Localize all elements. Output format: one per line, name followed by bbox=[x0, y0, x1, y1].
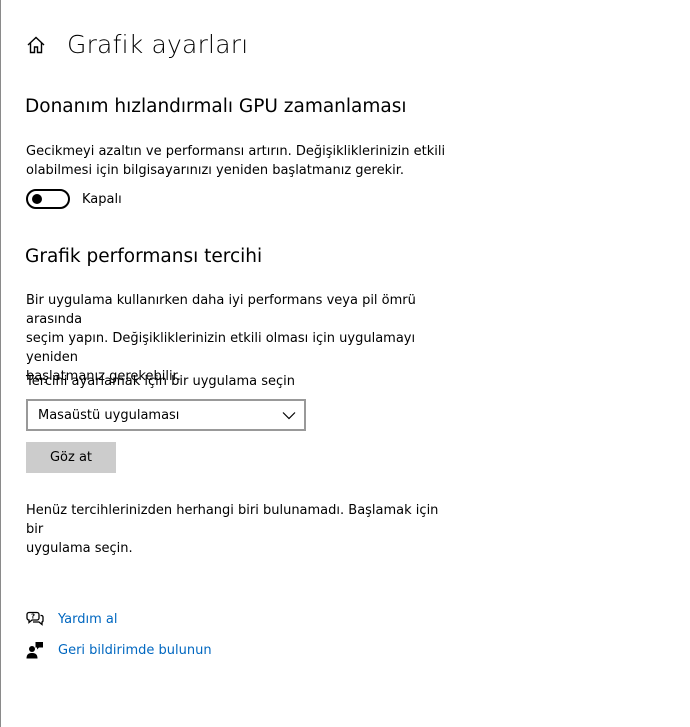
browse-button[interactable]: Göz at bbox=[26, 442, 116, 473]
svg-text:?: ? bbox=[31, 613, 35, 621]
page-header: Grafik ayarları bbox=[25, 30, 248, 59]
home-icon[interactable] bbox=[25, 34, 47, 56]
app-type-dropdown[interactable]: Masaüstü uygulaması bbox=[26, 399, 306, 431]
feedback-link-label: Geri bildirimde bulunun bbox=[58, 642, 212, 658]
chevron-down-icon bbox=[282, 408, 296, 422]
feedback-link[interactable]: Geri bildirimde bulunun bbox=[26, 641, 212, 659]
gpu-scheduling-description-line: Gecikmeyi azaltın ve performansı artırın… bbox=[26, 144, 446, 159]
app-select-label: Tercihi ayarlamak için bir uygulama seçi… bbox=[26, 374, 295, 389]
toggle-knob bbox=[32, 194, 42, 204]
empty-state-line: Henüz tercihlerinizden herhangi biri bul… bbox=[26, 503, 439, 537]
empty-state-message: Henüz tercihlerinizden herhangi biri bul… bbox=[26, 501, 456, 558]
gpu-scheduling-toggle-row: Kapalı bbox=[26, 189, 122, 209]
graphics-preference-description-line: seçim yapın. Değişikliklerinizin etkili … bbox=[26, 331, 416, 365]
graphics-preference-title: Grafik performansı tercihi bbox=[25, 246, 263, 267]
dropdown-value: Masaüstü uygulaması bbox=[38, 407, 180, 423]
feedback-person-icon bbox=[26, 641, 44, 659]
help-chat-icon: ? bbox=[26, 610, 44, 628]
page-title: Grafik ayarları bbox=[67, 30, 249, 59]
gpu-scheduling-description: Gecikmeyi azaltın ve performansı artırın… bbox=[26, 142, 456, 180]
help-link[interactable]: ? Yardım al bbox=[26, 610, 117, 628]
gpu-scheduling-description-line: olabilmesi için bilgisayarınızı yeniden … bbox=[26, 163, 405, 178]
gpu-scheduling-title: Donanım hızlandırmalı GPU zamanlaması bbox=[25, 96, 407, 117]
settings-window: Grafik ayarları Donanım hızlandırmalı GP… bbox=[0, 0, 690, 727]
empty-state-line: uygulama seçin. bbox=[26, 541, 133, 556]
toggle-state-label: Kapalı bbox=[82, 191, 122, 207]
help-link-label: Yardım al bbox=[58, 611, 118, 627]
gpu-scheduling-toggle[interactable] bbox=[26, 189, 70, 209]
graphics-preference-description-line: Bir uygulama kullanırken daha iyi perfor… bbox=[26, 293, 416, 327]
